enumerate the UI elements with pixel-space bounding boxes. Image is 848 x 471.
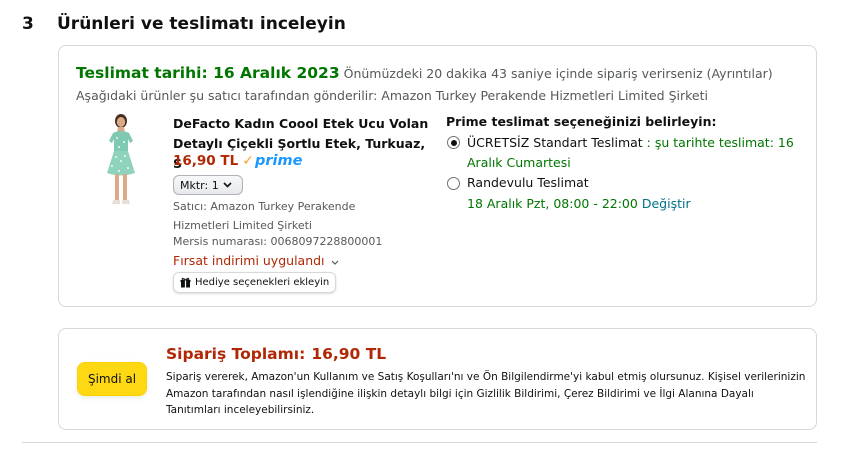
- order-total-label: Sipariş Toplamı:: [166, 345, 306, 363]
- scheduled-delivery-label[interactable]: Randevulu Teslimat: [467, 175, 589, 190]
- standard-delivery-option[interactable]: ÜCRETSİZ Standart Teslimat : şu tarihte …: [467, 133, 807, 173]
- chevron-down-icon: [223, 180, 232, 191]
- seller-info: Satıcı: Amazon Turkey Perakende Hizmetle…: [173, 200, 356, 232]
- section-title: Ürünleri ve teslimatı inceleyin: [57, 14, 346, 34]
- mersis-number: Mersis numarası: 0068097228800001: [173, 235, 383, 248]
- scheduled-delivery-radio[interactable]: [447, 177, 460, 190]
- check-icon: ✓: [242, 153, 254, 169]
- quantity-value: 1: [211, 178, 219, 192]
- buy-now-button[interactable]: Şimdi al: [77, 362, 147, 396]
- prime-badge: ✓ prime: [242, 153, 302, 169]
- order-total-value: 16,90 TL: [311, 345, 387, 363]
- product-image[interactable]: [97, 111, 145, 206]
- quantity-select[interactable]: Mktr: 1: [173, 175, 243, 195]
- scheduled-delivery-detail: 18 Aralık Pzt, 08:00 - 22:00 Değiştir: [467, 196, 691, 211]
- change-delivery-link[interactable]: Değiştir: [642, 196, 691, 211]
- standard-delivery-radio[interactable]: [447, 136, 460, 149]
- delivery-date: Teslimat tarihi: 16 Aralık 2023: [76, 64, 340, 82]
- legal-notice: Sipariş vererek, Amazon'un Kullanım ve S…: [166, 371, 806, 416]
- order-total: Sipariş Toplamı: 16,90 TL: [166, 345, 386, 363]
- scheduled-delivery-time: 18 Aralık Pzt, 08:00 - 22:00: [467, 196, 638, 211]
- standard-delivery-label: ÜCRETSİZ Standart Teslimat: [467, 135, 643, 150]
- prime-label: prime: [254, 153, 303, 169]
- delivery-countdown[interactable]: Önümüzdeki 20 dakika 43 saniye içinde si…: [344, 66, 773, 81]
- gift-options-label: Hediye seçenekleri ekleyin: [195, 277, 330, 288]
- shipping-options-heading: Prime teslimat seçeneğinizi belirleyin:: [446, 114, 717, 129]
- order-summary-card: Şimdi al Sipariş Toplamı: 16,90 TL Sipari…: [58, 328, 817, 430]
- gift-options-button[interactable]: Hediye seçenekleri ekleyin: [173, 272, 337, 293]
- gift-icon: [180, 277, 191, 288]
- delivery-card: Teslimat tarihi: 16 Aralık 2023 Önümüzdek…: [58, 45, 817, 307]
- chevron-down-icon: [329, 258, 340, 268]
- shipper-info: Aşağıdaki ürünler şu satıcı tarafından g…: [76, 88, 708, 103]
- product-price-row: 16,90 TL ✓ prime: [173, 153, 302, 169]
- quantity-label: Mktr:: [180, 178, 209, 192]
- deal-label: Fırsat indirimi uygulandı: [173, 253, 325, 268]
- step-number: 3: [22, 14, 34, 34]
- delivery-header: Teslimat tarihi: 16 Aralık 2023 Önümüzdek…: [76, 63, 773, 82]
- deal-applied[interactable]: Fırsat indirimi uygulandı: [173, 253, 339, 268]
- product-price: 16,90 TL: [173, 153, 239, 169]
- divider: [22, 442, 817, 443]
